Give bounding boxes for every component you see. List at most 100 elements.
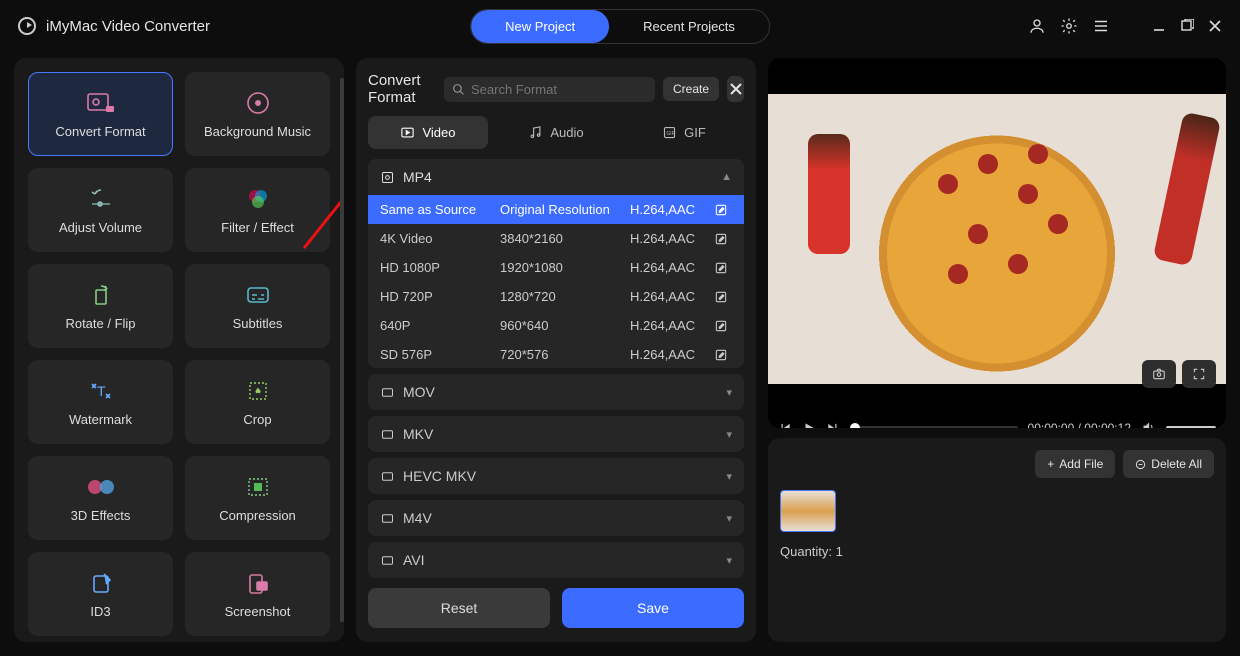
edit-preset-icon[interactable] [714, 290, 732, 304]
adjust-volume-icon [84, 186, 118, 212]
quantity-label: Quantity: 1 [780, 544, 1214, 559]
save-button[interactable]: Save [562, 588, 744, 628]
tool-3d-effects[interactable]: 3D Effects [28, 456, 173, 540]
tool-subtitles[interactable]: Subtitles [185, 264, 330, 348]
file-thumbnail[interactable] [780, 490, 836, 532]
convert-panel: Convert Format Create Video Audio GIF GI… [356, 58, 756, 642]
format-icon [380, 553, 395, 568]
tool-filter-effect[interactable]: Filter / Effect [185, 168, 330, 252]
tab-recent-projects[interactable]: Recent Projects [609, 10, 769, 43]
tab-audio[interactable]: Audio [496, 116, 616, 149]
tool-compression[interactable]: Compression [185, 456, 330, 540]
preset-row[interactable]: Same as SourceOriginal ResolutionH.264,A… [368, 195, 744, 224]
window-minimize[interactable] [1152, 19, 1166, 33]
format-group-hevc-mkv[interactable]: HEVC MKV▾ [368, 458, 744, 494]
add-file-button[interactable]: +Add File [1035, 450, 1115, 478]
prev-button[interactable] [778, 421, 792, 429]
crop-icon [241, 378, 275, 404]
preset-name: SD 576P [380, 347, 500, 362]
subtitles-icon [241, 282, 275, 308]
rotate-flip-icon [84, 282, 118, 308]
gif-icon: GIF [662, 125, 677, 140]
tab-new-project[interactable]: New Project [471, 10, 609, 43]
preset-resolution: 3840*2160 [500, 231, 630, 246]
edit-preset-icon[interactable] [714, 261, 732, 275]
format-group-mkv[interactable]: MKV▾ [368, 416, 744, 452]
files-panel: +Add File Delete All Quantity: 1 [768, 438, 1226, 642]
tool-label: Watermark [69, 412, 132, 427]
background-music-icon [241, 90, 275, 116]
preset-row[interactable]: HD 1080P1920*1080H.264,AAC [368, 253, 744, 282]
time-display: 00:00:00 / 00:00:12 [1028, 421, 1131, 429]
format-group-mp4[interactable]: MP4▲ [368, 159, 744, 195]
reset-button[interactable]: Reset [368, 588, 550, 628]
next-button[interactable] [826, 421, 840, 429]
format-name: M4V [403, 510, 432, 526]
watermark-icon: T [84, 378, 118, 404]
account-icon[interactable] [1028, 17, 1046, 35]
snapshot-button[interactable] [1142, 360, 1176, 388]
close-panel-button[interactable] [727, 76, 744, 102]
preset-row[interactable]: HD 720P1280*720H.264,AAC [368, 282, 744, 311]
preset-codec: H.264,AAC [630, 318, 714, 333]
preset-codec: H.264,AAC [630, 347, 714, 362]
window-close[interactable] [1208, 19, 1222, 33]
create-button[interactable]: Create [663, 77, 719, 101]
delete-all-button[interactable]: Delete All [1123, 450, 1214, 478]
preset-resolution: 1280*720 [500, 289, 630, 304]
tool-background-music[interactable]: Background Music [185, 72, 330, 156]
format-group-avi[interactable]: AVI▾ [368, 542, 744, 578]
tool-label: Subtitles [233, 316, 283, 331]
svg-text:T: T [97, 383, 106, 399]
preset-row[interactable]: 4K Video3840*2160H.264,AAC [368, 224, 744, 253]
audio-icon [528, 125, 543, 140]
fullscreen-button[interactable] [1182, 360, 1216, 388]
preset-name: Same as Source [380, 202, 500, 217]
search-input[interactable] [471, 82, 647, 97]
tool-id3[interactable]: ID3 [28, 552, 173, 636]
format-group-mov[interactable]: MOV▾ [368, 374, 744, 410]
preset-row[interactable]: 640P960*640H.264,AAC [368, 311, 744, 340]
play-button[interactable] [802, 421, 816, 429]
id3-icon [84, 570, 118, 596]
tool-adjust-volume[interactable]: Adjust Volume [28, 168, 173, 252]
format-group-m4v[interactable]: M4V▾ [368, 500, 744, 536]
format-icon [380, 469, 395, 484]
edit-preset-icon[interactable] [714, 348, 732, 362]
format-icon [380, 427, 395, 442]
tab-gif[interactable]: GIF GIF [624, 116, 744, 149]
preset-name: 4K Video [380, 231, 500, 246]
compression-icon [241, 474, 275, 500]
tool-rotate-flip[interactable]: Rotate / Flip [28, 264, 173, 348]
edit-preset-icon[interactable] [714, 319, 732, 333]
tool-label: Convert Format [55, 124, 145, 139]
tool-watermark[interactable]: T Watermark [28, 360, 173, 444]
filter-effect-icon [241, 186, 275, 212]
menu-icon[interactable] [1092, 17, 1110, 35]
settings-icon[interactable] [1060, 17, 1078, 35]
convert-title: Convert Format [368, 72, 436, 106]
format-icon [380, 385, 395, 400]
svg-text:GIF: GIF [667, 131, 675, 137]
preset-resolution: 720*576 [500, 347, 630, 362]
format-name: AVI [403, 552, 425, 568]
volume-slider[interactable] [1166, 426, 1216, 429]
tool-label: ID3 [90, 604, 110, 619]
tool-convert-format[interactable]: Convert Format [28, 72, 173, 156]
edit-preset-icon[interactable] [714, 203, 732, 217]
search-format[interactable] [444, 77, 655, 102]
volume-icon[interactable] [1141, 420, 1156, 428]
tool-crop[interactable]: Crop [185, 360, 330, 444]
tool-label: Background Music [204, 124, 311, 139]
preset-row[interactable]: SD 576P720*576H.264,AAC [368, 340, 744, 368]
tab-video[interactable]: Video [368, 116, 488, 149]
window-maximize[interactable] [1180, 19, 1194, 33]
preset-codec: H.264,AAC [630, 289, 714, 304]
tool-screenshot[interactable]: Screenshot [185, 552, 330, 636]
format-name: HEVC MKV [403, 468, 476, 484]
tools-panel: Convert Format Background Music Adjust Vol… [14, 58, 344, 642]
project-tabs: New Project Recent Projects [470, 9, 770, 44]
tool-label: Rotate / Flip [65, 316, 135, 331]
progress-bar[interactable] [850, 426, 1018, 429]
edit-preset-icon[interactable] [714, 232, 732, 246]
